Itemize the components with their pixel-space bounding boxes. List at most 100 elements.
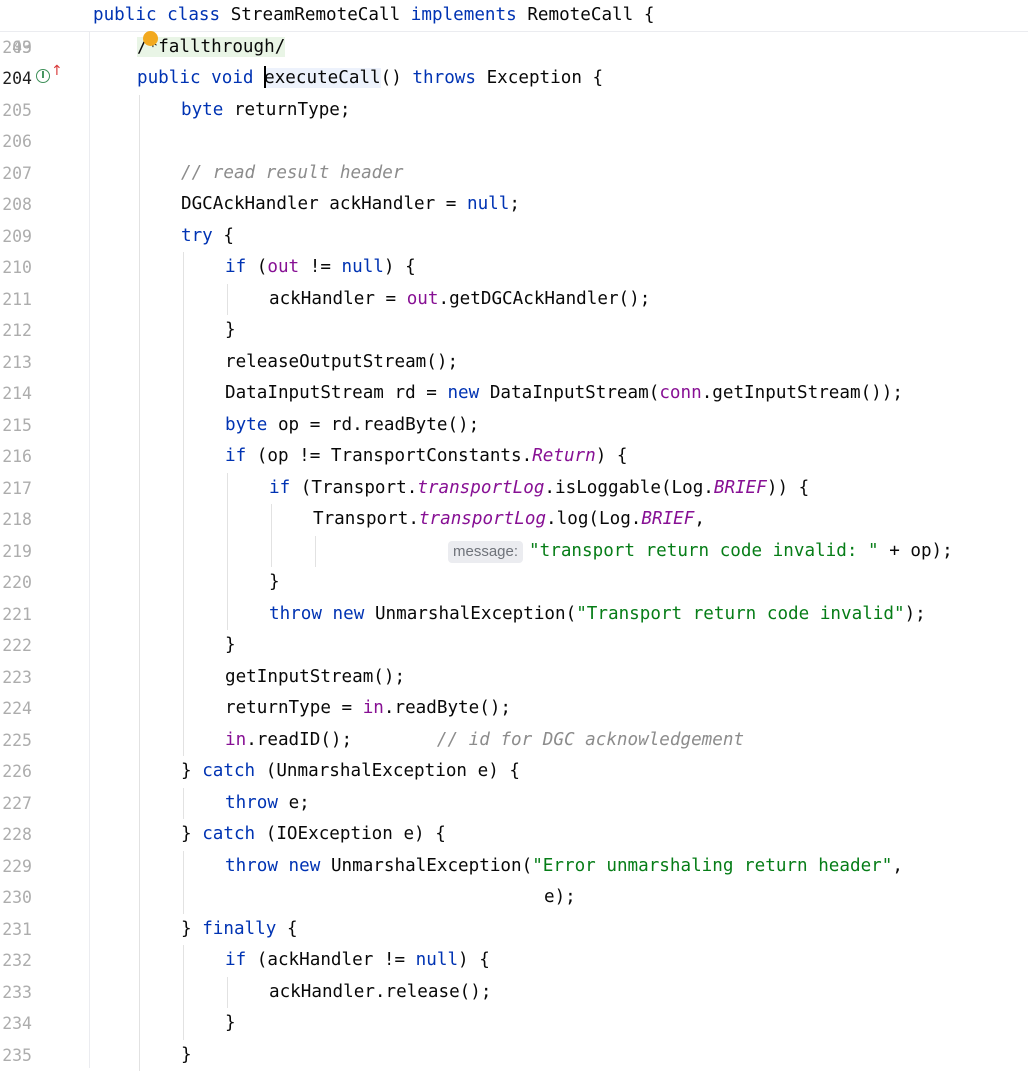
- code-text[interactable]: } catch (UnmarshalException e) {: [181, 756, 520, 788]
- code-line[interactable]: 207 // read result header: [0, 158, 1028, 190]
- line-number[interactable]: 214: [0, 378, 32, 410]
- code-text[interactable]: if (op != TransportConstants.Return) {: [225, 441, 628, 473]
- code-line[interactable]: 221 throw new UnmarshalException("Transpo…: [0, 599, 1028, 631]
- line-number[interactable]: 228: [0, 819, 32, 851]
- code-token: ackHandler =: [269, 288, 407, 309]
- code-text[interactable]: // read result header: [181, 158, 403, 190]
- code-line[interactable]: 222}: [0, 630, 1028, 662]
- code-text[interactable]: ackHandler = out.getDGCAckHandler();: [269, 284, 650, 316]
- code-line[interactable]: 233 ackHandler.release();: [0, 977, 1028, 1009]
- line-number[interactable]: 212: [0, 315, 32, 347]
- code-text[interactable]: Transport.transportLog.log(Log.BRIEF,: [313, 504, 705, 536]
- code-text[interactable]: } finally {: [181, 914, 298, 946]
- line-number[interactable]: 213: [0, 347, 32, 379]
- code-text[interactable]: }: [181, 1040, 192, 1071]
- code-text[interactable]: throw e;: [225, 788, 310, 820]
- code-text[interactable]: e);: [544, 882, 576, 914]
- code-text[interactable]: message: "transport return code invalid: …: [448, 536, 953, 568]
- line-number[interactable]: 230: [0, 882, 32, 914]
- sticky-header[interactable]: 49 public class StreamRemoteCall impleme…: [0, 0, 1028, 57]
- code-text[interactable]: DGCAckHandler ackHandler = null;: [181, 189, 520, 221]
- code-line[interactable]: 204 I ↑ public void executeCall() throws Ex…: [0, 63, 1028, 95]
- line-number[interactable]: 229: [0, 851, 32, 883]
- code-line[interactable]: 213 releaseOutputStream();: [0, 347, 1028, 379]
- code-text[interactable]: byte op = rd.readByte();: [225, 410, 479, 442]
- code-line[interactable]: 230 e);: [0, 882, 1028, 914]
- code-line[interactable]: 218 Transport.transportLog.log(Log.BRIEF,: [0, 504, 1028, 536]
- code-line[interactable]: 208 DGCAckHandler ackHandler = null;: [0, 189, 1028, 221]
- code-text[interactable]: if (ackHandler != null) {: [225, 945, 490, 977]
- code-text[interactable]: getInputStream();: [225, 662, 405, 694]
- code-line[interactable]: 214 DataInputStream rd = new DataInputStr…: [0, 378, 1028, 410]
- code-text[interactable]: }: [225, 630, 236, 662]
- line-number[interactable]: 209: [0, 221, 32, 253]
- code-editor[interactable]: 49 public class StreamRemoteCall impleme…: [0, 0, 1028, 1071]
- code-line[interactable]: 226 } catch (UnmarshalException e) {: [0, 756, 1028, 788]
- code-line[interactable]: 211 ackHandler = out.getDGCAckHandler();: [0, 284, 1028, 316]
- code-line[interactable]: 215 byte op = rd.readByte();: [0, 410, 1028, 442]
- line-number[interactable]: 220: [0, 567, 32, 599]
- line-number[interactable]: 219: [0, 536, 32, 568]
- code-text[interactable]: } catch (IOException e) {: [181, 819, 446, 851]
- code-line[interactable]: 228 } catch (IOException e) {: [0, 819, 1028, 851]
- code-line[interactable]: 220}: [0, 567, 1028, 599]
- line-number[interactable]: 221: [0, 599, 32, 631]
- code-text[interactable]: try {: [181, 221, 234, 253]
- line-number[interactable]: 234: [0, 1008, 32, 1040]
- line-number[interactable]: 218: [0, 504, 32, 536]
- code-text[interactable]: }: [225, 315, 236, 347]
- line-number[interactable]: 217: [0, 473, 32, 505]
- code-text[interactable]: }: [225, 1008, 236, 1040]
- code-text[interactable]: if (out != null) {: [225, 252, 416, 284]
- code-line[interactable]: 205 byte returnType;: [0, 95, 1028, 127]
- line-number[interactable]: 222: [0, 630, 32, 662]
- lightbulb-icon[interactable]: [143, 31, 158, 46]
- line-number[interactable]: 225: [0, 725, 32, 757]
- code-text[interactable]: ackHandler.release();: [269, 977, 491, 1009]
- line-number[interactable]: 207: [0, 158, 32, 190]
- code-text[interactable]: throw new UnmarshalException("Error unma…: [225, 851, 903, 883]
- line-number[interactable]: 216: [0, 441, 32, 473]
- code-text[interactable]: DataInputStream rd = new DataInputStream…: [225, 378, 903, 410]
- code-line[interactable]: 209 try {: [0, 221, 1028, 253]
- code-line[interactable]: 217 if (Transport.transportLog.isLoggable…: [0, 473, 1028, 505]
- line-number[interactable]: 235: [0, 1040, 32, 1071]
- code-line[interactable]: 219 message: "transport return code invali…: [0, 536, 1028, 568]
- code-line[interactable]: 231 } finally {: [0, 914, 1028, 946]
- line-number[interactable]: 210: [0, 252, 32, 284]
- code-token: throw new: [225, 855, 331, 876]
- code-text[interactable]: releaseOutputStream();: [225, 347, 458, 379]
- code-text[interactable]: returnType = in.readByte();: [225, 693, 511, 725]
- code-line[interactable]: 210 if (out != null) {: [0, 252, 1028, 284]
- code-line[interactable]: 235}: [0, 1040, 1028, 1071]
- line-number[interactable]: 208: [0, 189, 32, 221]
- code-text[interactable]: public void executeCall() throws Excepti…: [137, 63, 603, 95]
- code-line[interactable]: 206: [0, 126, 1028, 158]
- code-line[interactable]: 225 in.readID(); // id for DGC acknowledg…: [0, 725, 1028, 757]
- code-line[interactable]: 212}: [0, 315, 1028, 347]
- code-text[interactable]: byte returnType;: [181, 95, 351, 127]
- code-line[interactable]: 227 throw e;: [0, 788, 1028, 820]
- sticky-class-declaration[interactable]: public class StreamRemoteCall implements…: [93, 0, 654, 32]
- code-text[interactable]: throw new UnmarshalException("Transport …: [269, 599, 926, 631]
- line-number[interactable]: 231: [0, 914, 32, 946]
- line-number[interactable]: 215: [0, 410, 32, 442]
- line-number[interactable]: 232: [0, 945, 32, 977]
- code-line[interactable]: 232 if (ackHandler != null) {: [0, 945, 1028, 977]
- line-number[interactable]: 211: [0, 284, 32, 316]
- code-line[interactable]: 224 returnType = in.readByte();: [0, 693, 1028, 725]
- code-line[interactable]: 223 getInputStream();: [0, 662, 1028, 694]
- code-line[interactable]: 229 throw new UnmarshalException("Error u…: [0, 851, 1028, 883]
- code-text[interactable]: in.readID(); // id for DGC acknowledgeme…: [225, 725, 744, 757]
- line-number[interactable]: 224: [0, 693, 32, 725]
- code-line[interactable]: 234}: [0, 1008, 1028, 1040]
- code-text[interactable]: }: [269, 567, 280, 599]
- line-number[interactable]: 233: [0, 977, 32, 1009]
- code-text[interactable]: /*fallthrough/: [137, 32, 286, 64]
- code-line[interactable]: 216 if (op != TransportConstants.Return) …: [0, 441, 1028, 473]
- line-number[interactable]: 223: [0, 662, 32, 694]
- code-text[interactable]: if (Transport.transportLog.isLoggable(Lo…: [269, 473, 809, 505]
- line-number[interactable]: 226: [0, 756, 32, 788]
- line-number[interactable]: 206: [0, 126, 32, 158]
- line-number[interactable]: 227: [0, 788, 32, 820]
